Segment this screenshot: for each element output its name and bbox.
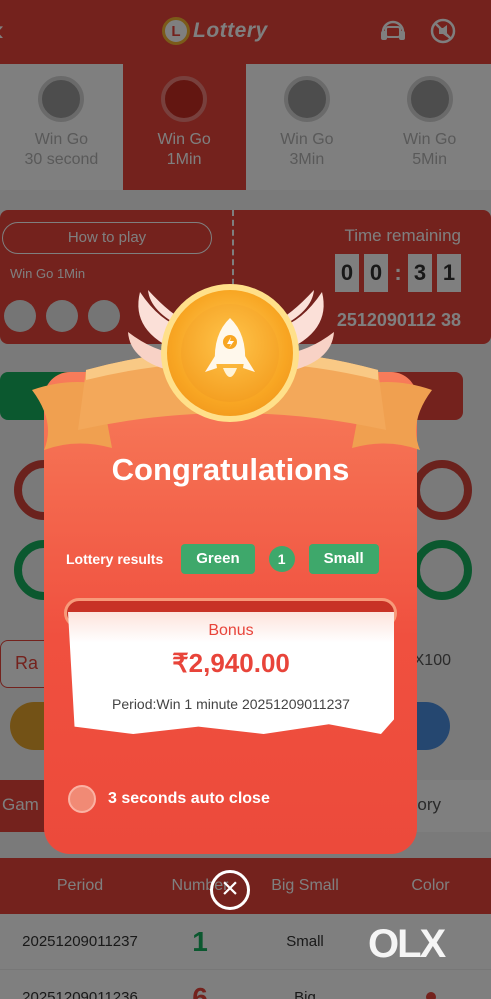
lottery-results: Lottery results Green 1 Small	[66, 543, 379, 575]
results-label: Lottery results	[66, 551, 164, 567]
bonus-period: Period:Win 1 minute 20251209011237	[112, 696, 350, 712]
olx-watermark: OLX	[368, 922, 446, 966]
rocket-icon	[205, 318, 255, 377]
bonus-label: Bonus	[208, 622, 254, 639]
modal-title: Congratulations	[111, 452, 350, 487]
result-color-chip: Green	[181, 544, 255, 574]
close-icon[interactable]: ×	[210, 870, 250, 910]
bonus-amount: ₹2,940.00	[172, 648, 290, 678]
result-size-chip: Small	[308, 544, 379, 574]
auto-close-radio[interactable]	[68, 785, 96, 813]
auto-close-toggle[interactable]: 3 seconds auto close	[68, 785, 270, 813]
result-number-chip: 1	[268, 546, 295, 572]
auto-close-label: 3 seconds auto close	[108, 790, 270, 807]
rocket-medal	[161, 284, 299, 422]
